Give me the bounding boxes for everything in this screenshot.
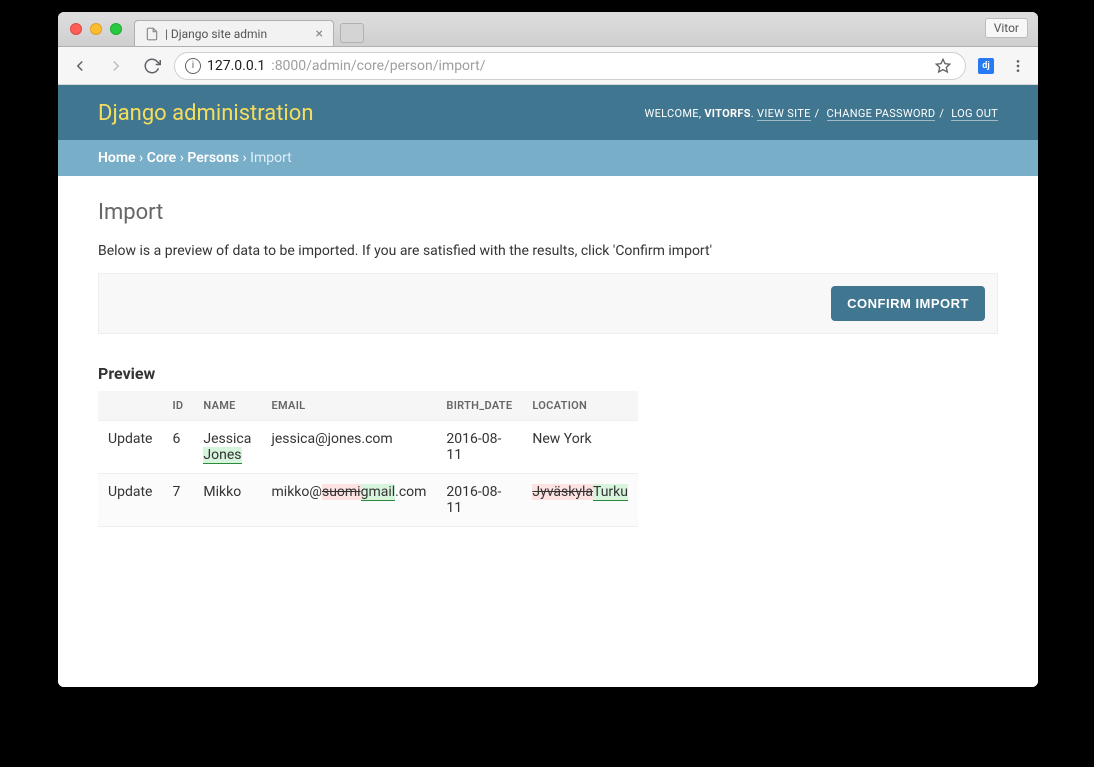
page-title: Import bbox=[98, 200, 998, 225]
bookmark-icon[interactable] bbox=[931, 54, 955, 78]
col-id: ID bbox=[162, 391, 193, 421]
table-row: Update 7 Mikko mikko@suomigmail.com 2016… bbox=[98, 474, 638, 527]
maximize-window-button[interactable] bbox=[110, 23, 122, 35]
url-path: :8000/admin/core/person/import/ bbox=[271, 58, 485, 74]
intro-text: Below is a preview of data to be importe… bbox=[98, 243, 998, 259]
cell-action: Update bbox=[98, 421, 162, 474]
page-content: Django administration WELCOME, VITORFS. … bbox=[58, 85, 1038, 687]
close-tab-icon[interactable]: × bbox=[316, 26, 323, 42]
cell-action: Update bbox=[98, 474, 162, 527]
url-host: 127.0.0.1 bbox=[207, 58, 265, 74]
breadcrumb: Home › Core › Persons › Import bbox=[58, 140, 1038, 176]
cell-name: Jessica Jones bbox=[193, 421, 261, 474]
log-out-link[interactable]: LOG OUT bbox=[951, 107, 998, 121]
cell-id: 6 bbox=[162, 421, 193, 474]
preview-table: ID NAME EMAIL BIRTH_DATE LOCATION Update… bbox=[98, 391, 638, 527]
breadcrumb-persons[interactable]: Persons bbox=[187, 150, 239, 166]
cell-birth-date: 2016-08-11 bbox=[436, 421, 522, 474]
forward-button[interactable] bbox=[102, 52, 130, 80]
breadcrumb-current: Import bbox=[250, 150, 292, 166]
page-body: Import Below is a preview of data to be … bbox=[58, 176, 1038, 551]
admin-header: Django administration WELCOME, VITORFS. … bbox=[58, 85, 1038, 140]
confirm-import-button[interactable]: CONFIRM IMPORT bbox=[831, 286, 985, 321]
cell-email: mikko@suomigmail.com bbox=[262, 474, 437, 527]
view-site-link[interactable]: VIEW SITE bbox=[757, 107, 811, 121]
change-password-link[interactable]: CHANGE PASSWORD bbox=[827, 107, 936, 121]
col-location: LOCATION bbox=[522, 391, 638, 421]
site-title[interactable]: Django administration bbox=[98, 101, 313, 126]
welcome-label: WELCOME, bbox=[645, 107, 702, 120]
user-tools: WELCOME, VITORFS. VIEW SITE/ CHANGE PASS… bbox=[645, 107, 998, 120]
cell-location: JyväskylaTurku bbox=[522, 474, 638, 527]
col-email: EMAIL bbox=[262, 391, 437, 421]
url-input[interactable]: i 127.0.0.1 :8000/admin/core/person/impor… bbox=[174, 52, 966, 80]
breadcrumb-core[interactable]: Core bbox=[147, 150, 177, 166]
address-bar: i 127.0.0.1 :8000/admin/core/person/impor… bbox=[58, 47, 1038, 85]
profile-badge[interactable]: Vitor bbox=[985, 18, 1028, 38]
browser-tab[interactable]: | Django site admin × bbox=[134, 20, 334, 46]
reload-button[interactable] bbox=[138, 52, 166, 80]
site-info-icon[interactable]: i bbox=[185, 58, 201, 74]
col-action bbox=[98, 391, 162, 421]
breadcrumb-home[interactable]: Home bbox=[98, 150, 136, 166]
submit-row: CONFIRM IMPORT bbox=[98, 273, 998, 334]
col-name: NAME bbox=[193, 391, 261, 421]
tab-bar: | Django site admin × Vitor bbox=[58, 12, 1038, 47]
page-icon bbox=[145, 27, 159, 41]
username: VITORFS bbox=[704, 107, 750, 120]
browser-window: | Django site admin × Vitor i 127.0.0.1:… bbox=[58, 12, 1038, 687]
cell-birth-date: 2016-08-11 bbox=[436, 474, 522, 527]
new-tab-button[interactable] bbox=[340, 23, 364, 43]
cell-location: New York bbox=[522, 421, 638, 474]
back-button[interactable] bbox=[66, 52, 94, 80]
close-window-button[interactable] bbox=[70, 23, 82, 35]
col-birth-date: BIRTH_DATE bbox=[436, 391, 522, 421]
preview-heading: Preview bbox=[98, 364, 998, 383]
cell-email: jessica@jones.com bbox=[262, 421, 437, 474]
browser-menu-icon[interactable] bbox=[1006, 54, 1030, 78]
cell-name: Mikko bbox=[193, 474, 261, 527]
extension-icon[interactable]: dj bbox=[974, 54, 998, 78]
tab-title: | Django site admin bbox=[165, 27, 267, 41]
cell-id: 7 bbox=[162, 474, 193, 527]
minimize-window-button[interactable] bbox=[90, 23, 102, 35]
table-row: Update 6 Jessica Jones jessica@jones.com… bbox=[98, 421, 638, 474]
window-controls bbox=[70, 23, 122, 35]
